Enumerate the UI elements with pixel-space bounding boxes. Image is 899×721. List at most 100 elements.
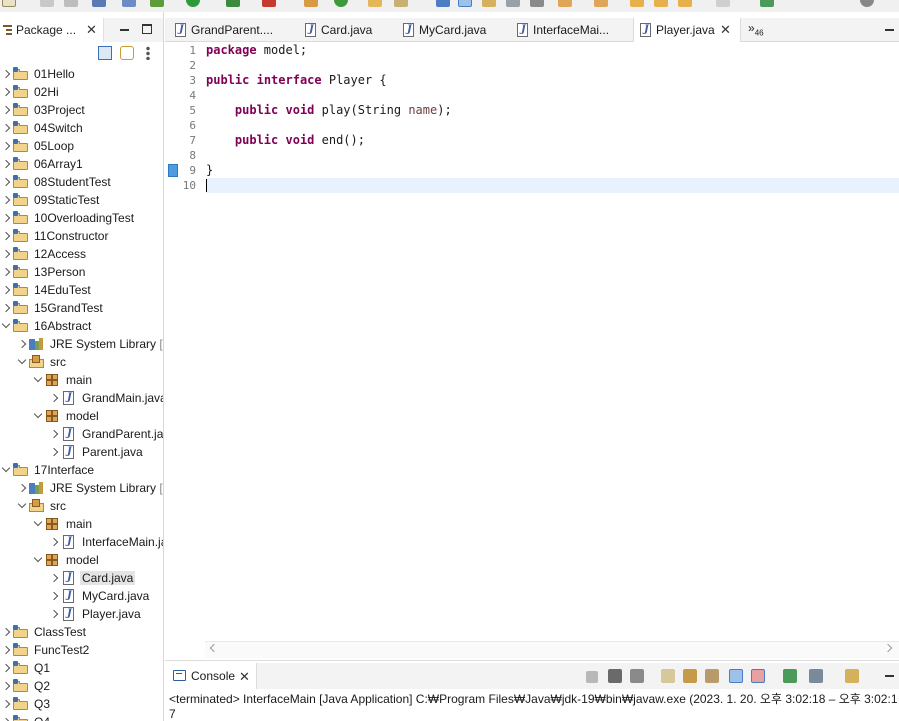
- tree-item[interactable]: 10OverloadingTest: [0, 209, 163, 227]
- scroll-lock-icon[interactable]: [683, 669, 697, 683]
- tree-item[interactable]: 15GrandTest: [0, 299, 163, 317]
- tree-item[interactable]: 04Switch: [0, 119, 163, 137]
- chevron-right-icon[interactable]: [1, 140, 11, 152]
- tree-item[interactable]: 11Constructor: [0, 227, 163, 245]
- tree-item[interactable]: Q1: [0, 659, 163, 677]
- chevron-right-icon[interactable]: [1, 86, 11, 98]
- terminate-icon[interactable]: [586, 671, 598, 683]
- tree-item[interactable]: 02Hi: [0, 83, 163, 101]
- chevron-right-icon[interactable]: [1, 698, 11, 710]
- chevron-right-icon[interactable]: [1, 248, 11, 260]
- chevron-down-icon[interactable]: [33, 518, 43, 530]
- chevron-right-icon[interactable]: [1, 104, 11, 116]
- back-nav-icon[interactable]: [678, 0, 692, 7]
- forward-icon[interactable]: [654, 0, 668, 7]
- console-tab[interactable]: Console ✕: [165, 663, 257, 689]
- coverage-icon[interactable]: [226, 0, 240, 7]
- open-console-icon[interactable]: [845, 669, 859, 683]
- tree-item[interactable]: ClassTest: [0, 623, 163, 641]
- next-annotation-icon[interactable]: [436, 0, 450, 7]
- external-tools-icon[interactable]: [262, 0, 276, 7]
- remove-all-launches-icon[interactable]: [630, 669, 644, 683]
- tree-item[interactable]: 09StaticTest: [0, 191, 163, 209]
- chevron-right-icon[interactable]: [1, 284, 11, 296]
- display-console-icon[interactable]: [809, 669, 823, 683]
- tree-item[interactable]: GrandParent.java: [0, 425, 163, 443]
- code-line[interactable]: public void play(String name);: [206, 103, 899, 118]
- chevron-right-icon[interactable]: [49, 590, 59, 602]
- clear-console-icon[interactable]: [661, 669, 675, 683]
- tree-item[interactable]: MyCard.java: [0, 587, 163, 605]
- chevron-down-icon[interactable]: [1, 320, 11, 332]
- tree-item[interactable]: JRE System Library [J: [0, 335, 163, 353]
- chevron-right-icon[interactable]: [1, 158, 11, 170]
- code-line[interactable]: }: [206, 163, 899, 178]
- show-stdout-icon[interactable]: [729, 669, 743, 683]
- chevron-right-icon[interactable]: [49, 608, 59, 620]
- word-wrap-console-icon[interactable]: [705, 669, 719, 683]
- chevron-down-icon[interactable]: [33, 554, 43, 566]
- save-all-icon[interactable]: [64, 0, 78, 7]
- chevron-right-icon[interactable]: [1, 212, 11, 224]
- chevron-right-icon[interactable]: [1, 230, 11, 242]
- bookmark-marker-icon[interactable]: [168, 164, 178, 177]
- chevron-right-icon[interactable]: [1, 662, 11, 674]
- code-line[interactable]: [206, 58, 899, 73]
- code-line[interactable]: [206, 178, 899, 193]
- remove-launch-icon[interactable]: [608, 669, 622, 683]
- perspective-icon[interactable]: [760, 0, 774, 7]
- tree-item[interactable]: Q2: [0, 677, 163, 695]
- chevron-down-icon[interactable]: [33, 374, 43, 386]
- search-icon[interactable]: [122, 0, 136, 7]
- tree-item[interactable]: main: [0, 515, 163, 533]
- chevron-down-icon[interactable]: [17, 500, 27, 512]
- chevron-right-icon[interactable]: [1, 122, 11, 134]
- code-line[interactable]: [206, 88, 899, 103]
- chevron-right-icon[interactable]: [1, 176, 11, 188]
- console-minimize-icon[interactable]: [885, 675, 894, 677]
- run-icon[interactable]: [186, 0, 200, 7]
- collapse-all-icon[interactable]: [98, 46, 112, 60]
- tree-item[interactable]: 16Abstract: [0, 317, 163, 335]
- tree-item[interactable]: Q4: [0, 713, 163, 721]
- next-edit-icon[interactable]: [558, 0, 572, 7]
- tree-item[interactable]: 05Loop: [0, 137, 163, 155]
- tree-item[interactable]: model: [0, 551, 163, 569]
- horizontal-scrollbar[interactable]: [205, 641, 899, 658]
- tree-item[interactable]: 17Interface: [0, 461, 163, 479]
- chevron-down-icon[interactable]: [1, 464, 11, 476]
- close-tab-icon[interactable]: ✕: [720, 23, 731, 36]
- new-icon[interactable]: [2, 0, 16, 7]
- chevron-right-icon[interactable]: [49, 392, 59, 404]
- new-class-icon[interactable]: [334, 0, 348, 7]
- save-icon[interactable]: [40, 0, 54, 7]
- chevron-right-icon[interactable]: [49, 572, 59, 584]
- chevron-right-icon[interactable]: [49, 428, 59, 440]
- scroll-right-icon[interactable]: [883, 643, 893, 653]
- scroll-left-icon[interactable]: [209, 643, 219, 653]
- new-package-icon[interactable]: [304, 0, 318, 7]
- minimize-icon[interactable]: [120, 29, 129, 31]
- editor-tab[interactable]: MyCard.java: [397, 18, 507, 42]
- editor-minimize-icon[interactable]: [885, 29, 894, 31]
- tree-item[interactable]: 03Project: [0, 101, 163, 119]
- open-type-icon[interactable]: [368, 0, 382, 7]
- tree-item[interactable]: JRE System Library [J: [0, 479, 163, 497]
- chevron-right-icon[interactable]: [49, 536, 59, 548]
- tree-item[interactable]: 13Person: [0, 263, 163, 281]
- word-wrap-icon[interactable]: [506, 0, 520, 7]
- tree-item[interactable]: FuncTest2: [0, 641, 163, 659]
- tree-item[interactable]: Card.java: [0, 569, 163, 587]
- chevron-right-icon[interactable]: [1, 266, 11, 278]
- tree-item[interactable]: src: [0, 353, 163, 371]
- console-close-icon[interactable]: ✕: [239, 670, 250, 683]
- tree-item[interactable]: 14EduTest: [0, 281, 163, 299]
- chevron-right-icon[interactable]: [1, 716, 11, 721]
- code-line[interactable]: [206, 148, 899, 163]
- close-icon[interactable]: ✕: [86, 23, 97, 36]
- show-stderr-icon[interactable]: [751, 669, 765, 683]
- search-magnifier-icon[interactable]: [860, 0, 874, 7]
- chevron-right-icon[interactable]: [1, 194, 11, 206]
- editor-tab[interactable]: Card.java: [299, 18, 393, 42]
- tree-item[interactable]: 01Hello: [0, 65, 163, 83]
